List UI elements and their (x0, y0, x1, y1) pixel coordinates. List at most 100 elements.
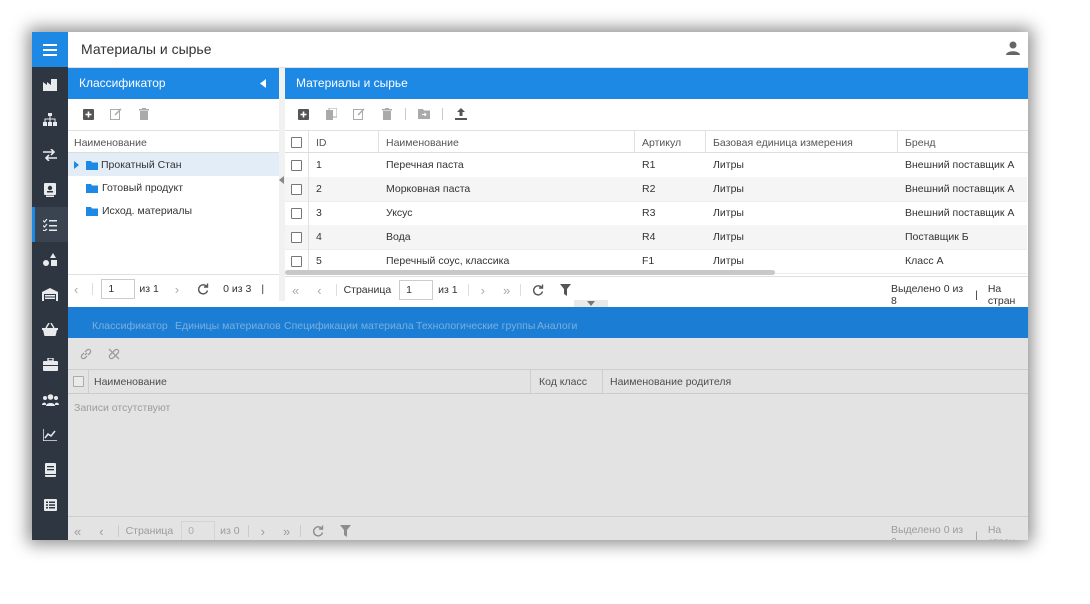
pager-divider (92, 283, 94, 295)
cell-brand: Внешний поставщик А (905, 183, 1015, 195)
expand-arrow-icon[interactable] (74, 161, 79, 169)
cell-id: 1 (316, 159, 322, 171)
column-divider (705, 131, 706, 152)
upload-icon (455, 108, 467, 120)
first-page-icon[interactable]: « (292, 283, 299, 298)
toolbar-separator (442, 108, 443, 120)
tree-item-label: Прокатный Стан (101, 159, 182, 171)
folder-icon (86, 160, 98, 170)
next-page-icon[interactable]: › (175, 282, 179, 297)
classifier-page-input[interactable]: 1 (101, 279, 136, 299)
prev-page-icon[interactable]: ‹ (74, 282, 78, 297)
materials-page-input[interactable]: 1 (399, 280, 434, 300)
nav-shapes[interactable] (32, 242, 68, 277)
pager-divider (335, 284, 337, 296)
cell-brand: Внешний поставщик А (905, 159, 1015, 171)
menu-button[interactable] (32, 32, 68, 67)
nav-materials[interactable] (32, 207, 68, 242)
classifier-toolbar (78, 104, 162, 124)
nav-list[interactable] (32, 487, 68, 522)
cell-unit: Литры (713, 255, 744, 267)
column-header-article[interactable]: Артикул (642, 137, 681, 149)
column-header-unit[interactable]: Базовая единица измерения (713, 137, 853, 149)
tree-item[interactable]: Исход. материалы (86, 205, 192, 217)
materials-edit-button[interactable] (349, 104, 369, 124)
horizontal-scrollbar[interactable] (285, 270, 775, 275)
nav-transfer[interactable] (32, 137, 68, 172)
row-checkbox[interactable] (291, 232, 302, 243)
table-row[interactable]: 2 Морковная паста R2 Литры Внешний поста… (285, 177, 1027, 202)
nav-users[interactable] (32, 382, 68, 417)
table-row[interactable]: 3 Уксус R3 Литры Внешний поставщик А (285, 201, 1027, 226)
filter-icon[interactable] (560, 284, 572, 296)
nav-briefcase[interactable] (32, 347, 68, 382)
cell-article: R3 (642, 207, 656, 219)
column-header-name[interactable]: Наименование (386, 137, 459, 149)
tree-item[interactable]: Прокатный Стан (74, 159, 182, 171)
last-page-icon[interactable]: » (503, 283, 510, 298)
prev-page-icon[interactable]: ‹ (317, 283, 321, 298)
cell-id: 2 (316, 183, 322, 195)
copy-icon (325, 108, 337, 120)
cell-id: 5 (316, 255, 322, 267)
nav-warehouse[interactable] (32, 277, 68, 312)
folder-icon (86, 206, 98, 216)
cell-name: Морковная паста (386, 183, 471, 195)
materials-delete-button[interactable] (377, 104, 397, 124)
cell-unit: Литры (713, 183, 744, 195)
classifier-delete-button[interactable] (134, 104, 154, 124)
briefcase-icon (42, 358, 58, 371)
next-page-icon[interactable]: › (481, 283, 485, 298)
column-header-brand[interactable]: Бренд (905, 137, 936, 149)
row-checkbox[interactable] (291, 160, 302, 171)
bottom-splitter-handle[interactable] (574, 300, 608, 307)
cell-name: Перечная паста (386, 159, 464, 171)
folder-icon (86, 183, 98, 193)
materials-selection-info: Выделено 0 из 8 | На стран (891, 283, 1028, 307)
cell-name: Уксус (386, 207, 413, 219)
nav-production[interactable] (32, 67, 68, 102)
nav-basket[interactable] (32, 312, 68, 347)
row-checkbox[interactable] (291, 256, 302, 267)
table-row[interactable]: 4 Вода R4 Литры Поставщик Б (285, 225, 1027, 250)
warehouse-icon (42, 288, 58, 301)
user-menu[interactable] (1006, 41, 1020, 58)
nav-analytics[interactable] (32, 417, 68, 452)
hierarchy-icon (43, 113, 57, 126)
cell-id: 3 (316, 207, 322, 219)
edit-icon (110, 108, 122, 120)
folder-move-icon (418, 109, 430, 119)
chevron-down-icon[interactable] (587, 301, 595, 306)
classifier-column-name[interactable]: Наименование (74, 137, 147, 149)
refresh-icon[interactable] (532, 284, 544, 296)
splitter-arrow-icon[interactable] (279, 176, 284, 184)
tree-item-label: Исход. материалы (102, 205, 193, 217)
app-window: Материалы и сырье Классификатор Наименов… (32, 32, 1028, 540)
toolbar-separator (405, 108, 406, 120)
nav-hierarchy[interactable] (32, 102, 68, 137)
classifier-edit-button[interactable] (106, 104, 126, 124)
nav-monitor[interactable] (32, 172, 68, 207)
classifier-record-count: 0 из 3 (223, 283, 252, 295)
materials-upload-button[interactable] (451, 104, 471, 124)
materials-move-button[interactable] (414, 104, 434, 124)
classifier-pager-divider (68, 274, 279, 275)
materials-add-button[interactable] (293, 104, 313, 124)
cell-article: R1 (642, 159, 656, 171)
classifier-add-button[interactable] (78, 104, 98, 124)
table-row[interactable]: 1 Перечная паста R1 Литры Внешний постав… (285, 153, 1027, 178)
column-header-id[interactable]: ID (316, 137, 327, 149)
refresh-icon[interactable] (197, 283, 209, 295)
select-all-checkbox[interactable] (291, 137, 302, 148)
materials-copy-button[interactable] (321, 104, 341, 124)
row-checkbox[interactable] (291, 184, 302, 195)
column-divider (308, 131, 309, 152)
row-checkbox[interactable] (291, 208, 302, 219)
collapse-left-icon[interactable] (260, 79, 266, 88)
nav-book[interactable] (32, 452, 68, 487)
tree-item[interactable]: Готовый продукт (86, 182, 183, 194)
book-icon (44, 462, 56, 477)
column-divider (634, 131, 635, 152)
user-icon (1006, 41, 1020, 55)
selected-count: Выделено 0 из 8 (891, 283, 964, 307)
